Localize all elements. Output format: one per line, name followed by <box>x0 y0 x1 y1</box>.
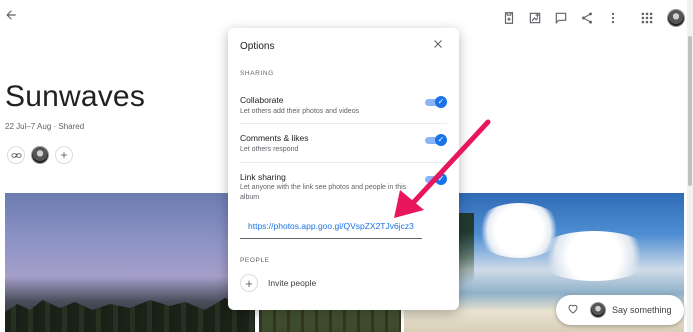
invite-people-button[interactable]: + Invite people <box>240 274 316 292</box>
comments-likes-toggle[interactable]: ✓ <box>425 134 447 146</box>
dialog-title: Options <box>240 41 275 52</box>
apps-grid-icon[interactable] <box>639 10 655 26</box>
user-avatar <box>590 302 606 318</box>
comments-likes-label: Comments & likes <box>240 133 309 143</box>
more-vert-icon[interactable] <box>605 10 621 26</box>
add-person-icon: + <box>240 274 258 292</box>
link-icon[interactable] <box>7 146 25 164</box>
check-icon: ✓ <box>435 173 447 185</box>
share-link-field[interactable]: https://photos.app.goo.gl/QVspZX2TJv6jcz… <box>240 214 422 239</box>
options-dialog: Options SHARING Collaborate Let others a… <box>228 28 459 310</box>
people-heading: PEOPLE <box>240 257 270 264</box>
member-avatar[interactable] <box>31 146 49 164</box>
divider <box>240 123 447 124</box>
close-icon[interactable] <box>431 38 445 52</box>
heart-icon[interactable] <box>567 303 581 318</box>
album-date-range: 22 Jul–7 Aug · Shared <box>5 122 85 131</box>
album-actions: + <box>7 146 79 164</box>
add-to-shared-icon[interactable] <box>501 10 517 26</box>
collaborate-label: Collaborate <box>240 95 284 105</box>
top-toolbar <box>491 8 685 28</box>
link-sharing-description-2: album <box>240 194 260 201</box>
link-sharing-description-1: Let anyone with the link see photos and … <box>240 184 407 191</box>
comment-icon[interactable] <box>553 10 569 26</box>
check-icon: ✓ <box>435 134 447 146</box>
add-photos-icon[interactable] <box>527 10 543 26</box>
divider <box>240 162 447 163</box>
link-sharing-toggle[interactable]: ✓ <box>425 173 447 185</box>
share-icon[interactable] <box>579 10 595 26</box>
share-link-url[interactable]: https://photos.app.goo.gl/QVspZX2TJv6jcz… <box>248 221 414 231</box>
comments-likes-description: Let others respond <box>240 146 299 153</box>
arrow-back-icon[interactable] <box>4 8 20 24</box>
album-title: Sunwaves <box>5 80 146 113</box>
link-sharing-label: Link sharing <box>240 172 286 182</box>
check-icon: ✓ <box>435 96 447 108</box>
sharing-heading: SHARING <box>240 70 274 77</box>
collaborate-description: Let others add their photos and videos <box>240 108 360 115</box>
say-something-label: Say something <box>612 305 672 315</box>
page-scrollbar[interactable] <box>687 0 693 332</box>
say-something-bar[interactable]: Say something <box>556 295 684 325</box>
photo-sunset-forest[interactable] <box>5 193 255 332</box>
invite-people-label: Invite people <box>268 278 317 288</box>
account-avatar[interactable] <box>667 9 685 27</box>
add-icon[interactable]: + <box>55 146 73 164</box>
collaborate-toggle[interactable]: ✓ <box>425 96 447 108</box>
google-photos-album-page: Sunwaves 22 Jul–7 Aug · Shared + Say som… <box>0 0 693 332</box>
